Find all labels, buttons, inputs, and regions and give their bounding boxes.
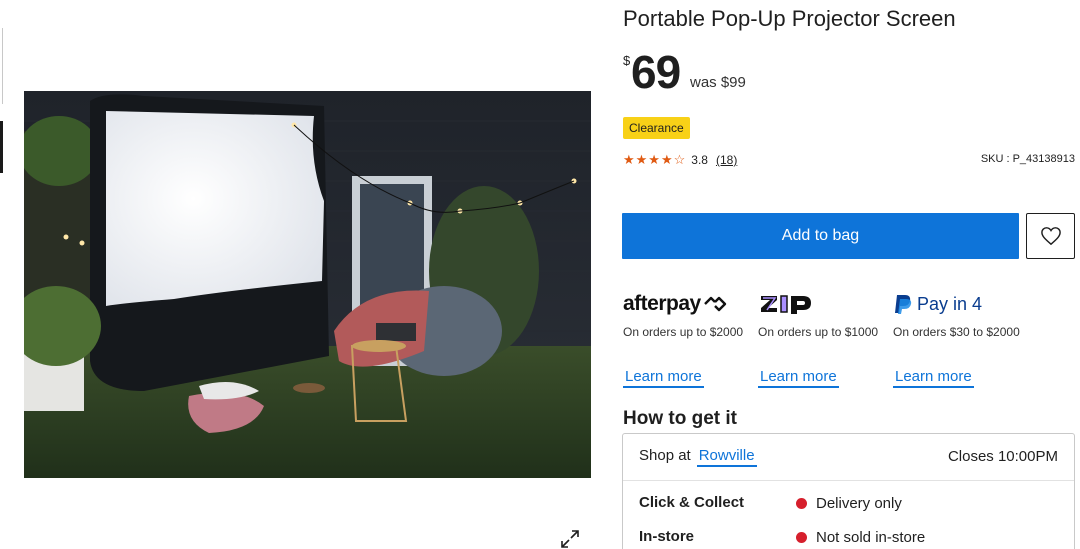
click-collect-label: Click & Collect [639,494,745,511]
zip-learn-more-link[interactable]: Learn more [758,368,839,388]
product-photo [24,91,591,478]
thumbnail-rail[interactable] [0,28,3,104]
paypal-icon [895,295,912,314]
divider [623,480,1074,481]
zip-desc: On orders up to $1000 [758,325,879,339]
payment-paypal: Pay in 4 On orders $30 to $2000 Learn mo… [893,290,1023,388]
star-rating-icon: ★★★★☆ [623,152,687,167]
zip-logo-icon [761,295,811,314]
payment-afterpay: afterpay On orders up to $2000 Learn mor… [623,290,753,388]
in-store-status-text: Not sold in-store [816,529,926,546]
rating: ★★★★☆ 3.8 (18) [623,152,737,168]
paypal-learn-more-link[interactable]: Learn more [893,368,974,388]
payment-zip: zip On orders up to $1000 Learn more [758,290,888,388]
afterpay-logo-text: afterpay [623,292,701,315]
product-image[interactable] [24,91,591,478]
store-name-link[interactable]: Rowville [696,447,757,467]
price-currency: $ [623,53,631,68]
in-store-status: Not sold in-store [796,529,925,546]
store-availability-box: Shop at Rowville Closes 10:00PM Click & C… [622,433,1075,549]
wishlist-button[interactable] [1026,213,1075,259]
shop-at: Shop at Rowville [639,447,757,467]
rating-value: 3.8 [691,153,708,167]
paypal-pay-in-4: Pay in 4 [917,293,983,314]
sku: SKU : P_43138913 [980,153,1075,165]
heart-icon [1040,227,1061,246]
afterpay-learn-more-link[interactable]: Learn more [623,368,704,388]
click-collect-status: Delivery only [796,495,902,512]
was-price: was $99 [690,74,746,91]
shop-at-label: Shop at [639,447,691,464]
thumbnail-active-indicator [0,121,3,173]
clearance-badge: Clearance [623,117,690,139]
click-collect-status-text: Delivery only [816,495,902,512]
store-closing-time: Closes 10:00PM [947,448,1058,465]
paypal-desc: On orders $30 to $2000 [893,325,1020,339]
status-dot-icon [796,498,807,509]
paypal-logo: Pay in 4 [893,290,1023,318]
status-dot-icon [796,532,807,543]
afterpay-arrows-icon [703,296,726,312]
expand-icon [561,530,579,548]
afterpay-desc: On orders up to $2000 [623,325,744,339]
add-to-bag-button[interactable]: Add to bag [622,213,1019,259]
how-to-get-it-heading: How to get it [623,408,737,429]
expand-image-button[interactable] [560,529,580,549]
afterpay-logo: afterpay [623,290,753,318]
product-title: Portable Pop-Up Projector Screen [623,6,956,31]
in-store-label: In-store [639,528,695,545]
price-value: 69 [631,46,681,98]
zip-logo: zip [758,290,888,318]
rating-count-link[interactable]: (18) [716,153,737,167]
